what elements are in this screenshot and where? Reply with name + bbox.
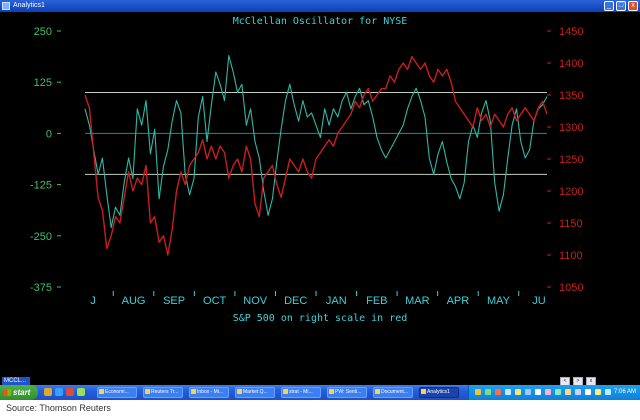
minimize-button[interactable]: _	[604, 1, 614, 11]
start-label: start	[13, 388, 31, 397]
chart-title: McClellan Oscillator for NYSE	[233, 16, 408, 27]
quicklaunch-desktop-icon[interactable]	[77, 388, 85, 396]
right-tick-label: 1050	[559, 282, 583, 294]
right-tick-label: 1300	[559, 122, 583, 134]
system-tray: 7:06 AM	[468, 385, 640, 400]
tray-icon-7[interactable]	[535, 389, 541, 395]
x-tick-label: OCT	[203, 295, 227, 307]
right-tick-label: 1450	[559, 26, 583, 38]
task-app-icon	[191, 389, 196, 394]
task-app-icon	[99, 389, 104, 394]
tray-icon-1[interactable]	[475, 389, 481, 395]
window-titlebar[interactable]: Analytics1 _ □ x	[0, 0, 640, 12]
taskbar-button[interactable]: Inbox - Mi...	[189, 387, 229, 398]
windows-logo-icon	[4, 389, 11, 396]
taskbar-button[interactable]: Market Q...	[235, 387, 275, 398]
right-tick-label: 1100	[559, 250, 583, 262]
left-tick-label: 0	[46, 128, 52, 140]
chart-area: McClellan Oscillator for NYSE S&P 500 on…	[0, 12, 640, 377]
task-label: PW: Senti...	[335, 389, 362, 395]
minimized-window[interactable]: MCCL...	[2, 377, 30, 385]
tray-icon-9[interactable]	[555, 389, 561, 395]
screen: Analytics1 _ □ x McClellan Oscillator fo…	[0, 0, 640, 400]
clock[interactable]: 7:06 AM	[614, 385, 636, 400]
chart-svg: McClellan Oscillator for NYSE S&P 500 on…	[30, 16, 584, 324]
taskbar-button[interactable]: Reuters Tr...	[143, 387, 183, 398]
maximize-button[interactable]: □	[616, 1, 626, 11]
right-tick-label: 1400	[559, 58, 583, 70]
left-tick-label: -250	[30, 231, 52, 243]
close-button[interactable]: x	[628, 1, 638, 11]
left-axis: 250 125 0 -125 -250 -375	[30, 26, 61, 294]
taskbar-button[interactable]: Economi...	[97, 387, 137, 398]
tray-icon-10[interactable]	[565, 389, 571, 395]
task-app-icon	[237, 389, 242, 394]
taskbar: start Economi... Reuters Tr... Inbox - Mi.…	[0, 385, 640, 400]
tray-icon-5[interactable]	[515, 389, 521, 395]
left-tick-label: -125	[30, 180, 52, 192]
x-tick-label: JAN	[326, 295, 347, 307]
x-tick-label: AUG	[122, 295, 146, 307]
tray-icon-3[interactable]	[495, 389, 501, 395]
tray-icon-4[interactable]	[505, 389, 511, 395]
source-note: Source: Thomson Reuters	[6, 403, 111, 413]
chart-subtitle: S&P 500 on right scale in red	[233, 313, 408, 324]
tray-icon-6[interactable]	[525, 389, 531, 395]
tray-icon-2[interactable]	[485, 389, 491, 395]
volume-icon[interactable]	[605, 389, 611, 395]
x-axis: J AUG SEP OCT NOV DEC JAN FEB MAR APR MAY JU	[90, 291, 546, 307]
x-tick-label: NOV	[243, 295, 268, 307]
task-app-icon	[375, 389, 380, 394]
x-tick-label: JU	[532, 295, 546, 307]
x-tick-label: J	[90, 295, 96, 307]
window-title: Analytics1	[13, 2, 45, 9]
x-tick-label: DEC	[284, 295, 307, 307]
minimized-window-controls: < > x	[557, 377, 596, 386]
taskbar-button[interactable]: Analytics1	[419, 387, 459, 398]
task-label: Economi...	[105, 389, 129, 395]
task-label: Inbox - Mi...	[197, 389, 224, 395]
task-app-icon	[283, 389, 288, 394]
quicklaunch-folder-icon[interactable]	[44, 388, 52, 396]
left-tick-label: -375	[30, 282, 52, 294]
task-label: Reuters Tr...	[151, 389, 179, 395]
taskbar-button[interactable]: Document...	[373, 387, 413, 398]
quicklaunch-app-icon[interactable]	[66, 388, 74, 396]
sp500-series-line	[84, 55, 548, 256]
quicklaunch-browser-icon[interactable]	[55, 388, 63, 396]
tray-icon-13[interactable]	[595, 389, 601, 395]
taskbar-button[interactable]: strat - Mi...	[281, 387, 321, 398]
tray-icon-12[interactable]	[585, 389, 591, 395]
app-icon	[2, 2, 10, 10]
right-tick-label: 1350	[559, 90, 583, 102]
task-label: Market Q...	[243, 389, 268, 395]
task-app-icon	[145, 389, 150, 394]
taskbar-button[interactable]: PW: Senti...	[327, 387, 367, 398]
oscillator-series-line	[84, 55, 548, 229]
left-tick-label: 125	[34, 77, 52, 89]
x-tick-label: MAY	[487, 295, 511, 307]
start-button[interactable]: start	[0, 385, 38, 400]
right-tick-label: 1250	[559, 154, 583, 166]
task-app-icon	[421, 389, 426, 394]
task-label: Analytics1	[427, 389, 450, 395]
task-label: Document...	[381, 389, 408, 395]
task-app-icon	[329, 389, 334, 394]
x-tick-label: SEP	[163, 295, 185, 307]
tray-icon-8[interactable]	[545, 389, 551, 395]
right-tick-label: 1150	[559, 218, 583, 230]
x-tick-label: MAR	[405, 295, 430, 307]
x-tick-label: APR	[447, 295, 470, 307]
task-label: strat - Mi...	[289, 389, 313, 395]
x-tick-label: FEB	[366, 295, 387, 307]
right-tick-label: 1200	[559, 186, 583, 198]
left-tick-label: 250	[34, 26, 52, 38]
right-axis: 1450 1400 1350 1300 1250 1200 1150 1100 1050	[547, 26, 583, 294]
tray-icon-11[interactable]	[575, 389, 581, 395]
series-layer	[84, 55, 548, 256]
